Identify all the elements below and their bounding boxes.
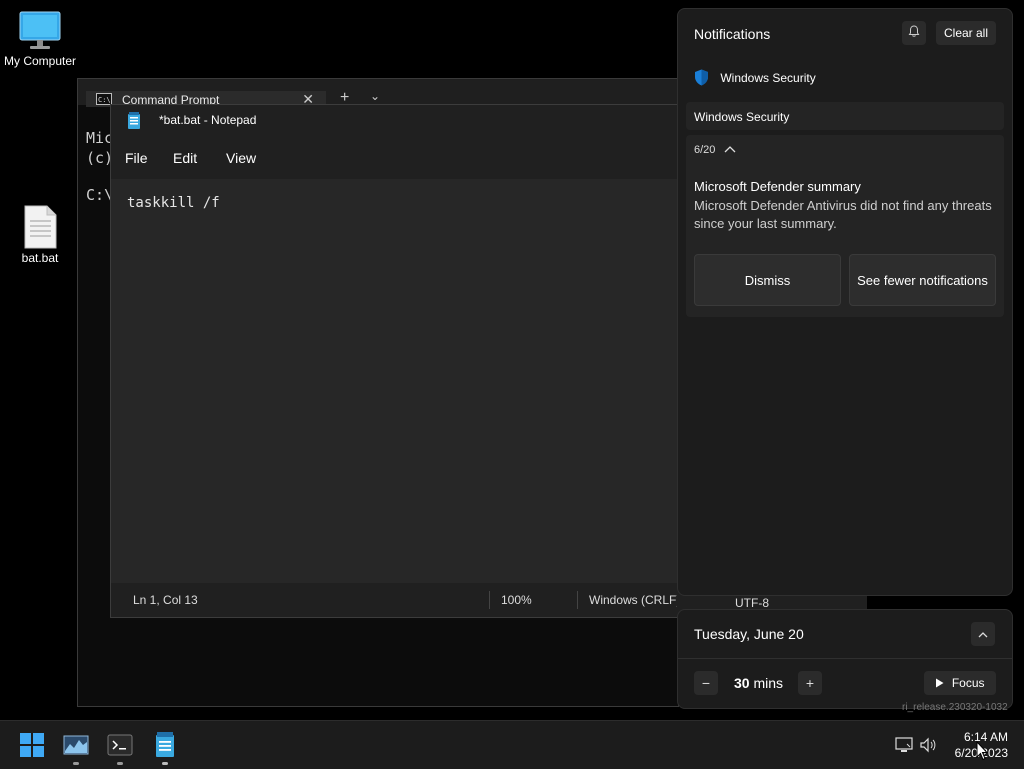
notepad-icon: [156, 732, 174, 757]
network-icon[interactable]: [894, 735, 914, 755]
notepad-title: *bat.bat - Notepad: [159, 113, 257, 127]
see-fewer-notifications-button[interactable]: See fewer notifications: [849, 254, 996, 306]
calendar-date: Tuesday, June 20: [694, 626, 804, 642]
running-indicator: [73, 762, 79, 765]
notification-group-header: Windows Security: [686, 102, 1004, 130]
desktop-icon-label: My Computer: [3, 54, 77, 68]
focus-button[interactable]: Focus: [924, 671, 996, 695]
notification-title: Microsoft Defender summary: [694, 179, 861, 194]
focus-unit: mins: [753, 675, 784, 691]
status-divider: [489, 591, 490, 609]
notepad-statusbar: Ln 1, Col 13 100% Windows (CRLF): [111, 583, 681, 617]
clear-all-button[interactable]: Clear all: [936, 21, 996, 45]
focus-button-label: Focus: [951, 676, 985, 690]
volume-icon[interactable]: [918, 735, 938, 755]
start-button[interactable]: [16, 729, 48, 761]
task-manager-icon: [63, 735, 89, 755]
menu-file[interactable]: File: [125, 150, 148, 166]
notification-date[interactable]: 6/20: [694, 144, 736, 156]
notification-center: Notifications Clear all Windows Security…: [677, 8, 1013, 596]
desktop-icon-label: bat.bat: [21, 251, 59, 265]
taskbar-app-terminal[interactable]: [104, 729, 136, 765]
taskbar-app-task-manager[interactable]: [60, 729, 92, 765]
notepad-menubar: File Edit View: [111, 137, 681, 179]
status-encoding[interactable]: UTF-8: [735, 596, 769, 610]
notification-group-title: Windows Security: [694, 110, 790, 124]
status-zoom[interactable]: 100%: [501, 593, 532, 607]
panel-divider: [678, 658, 1012, 659]
notification-date-text: 6/20: [694, 144, 716, 156]
build-watermark: ri_release.230320-1032: [902, 702, 1008, 713]
status-divider: [577, 591, 578, 609]
menu-view[interactable]: View: [226, 150, 256, 166]
notifications-title: Notifications: [694, 26, 771, 42]
calendar-collapse-button[interactable]: [971, 622, 995, 646]
shield-icon: [694, 69, 709, 89]
windows-logo-icon: [20, 733, 44, 757]
desktop-icon-my-computer[interactable]: My Computer: [0, 10, 80, 68]
notepad-window[interactable]: *bat.bat - Notepad File Edit View taskki…: [110, 104, 682, 618]
cmd-titlebar[interactable]: C:\ Command Prompt ✕ + ⌄: [78, 79, 678, 107]
taskbar: 6:14 AM 6/20/2023: [0, 720, 1024, 769]
running-indicator: [162, 762, 168, 765]
notification-card[interactable]: 6/20 Microsoft Defender summary Microsof…: [686, 135, 1004, 317]
notification-app-name: Windows Security: [720, 71, 816, 86]
focus-decrease-button[interactable]: −: [694, 671, 718, 695]
file-icon: [24, 205, 57, 249]
focus-duration: 30 mins: [734, 675, 783, 691]
calendar-focus-panel: Tuesday, June 20 − 30 mins + Focus: [677, 609, 1013, 709]
bell-snooze-icon: [908, 25, 920, 40]
focus-increase-button[interactable]: +: [798, 671, 822, 695]
notepad-titlebar[interactable]: *bat.bat - Notepad: [111, 105, 681, 137]
notification-body: Microsoft Defender Antivirus did not fin…: [694, 198, 992, 231]
dismiss-button[interactable]: Dismiss: [694, 254, 841, 306]
notification-app-header[interactable]: Windows Security: [694, 69, 816, 89]
monitor-icon: [19, 11, 61, 49]
cmd-dropdown-icon[interactable]: ⌄: [370, 89, 380, 103]
notepad-app-icon: [127, 112, 141, 133]
mouse-cursor-icon: [976, 740, 989, 761]
notepad-content: taskkill /f: [127, 195, 220, 211]
chevron-up-icon: [724, 144, 736, 156]
running-indicator: [117, 762, 123, 765]
desktop-icon-bat-file[interactable]: bat.bat: [0, 205, 80, 265]
notepad-text-area[interactable]: taskkill /f: [111, 179, 681, 583]
menu-edit[interactable]: Edit: [173, 150, 197, 166]
svg-text:C:\: C:\: [98, 96, 111, 104]
status-line-ending[interactable]: Windows (CRLF): [589, 593, 680, 607]
terminal-icon: [107, 734, 133, 756]
play-icon: [935, 672, 944, 696]
taskbar-app-notepad[interactable]: [149, 729, 181, 765]
focus-minutes: 30: [734, 675, 750, 691]
do-not-disturb-button[interactable]: [902, 21, 926, 45]
status-cursor-position: Ln 1, Col 13: [133, 593, 198, 607]
chevron-up-icon: [978, 627, 988, 641]
